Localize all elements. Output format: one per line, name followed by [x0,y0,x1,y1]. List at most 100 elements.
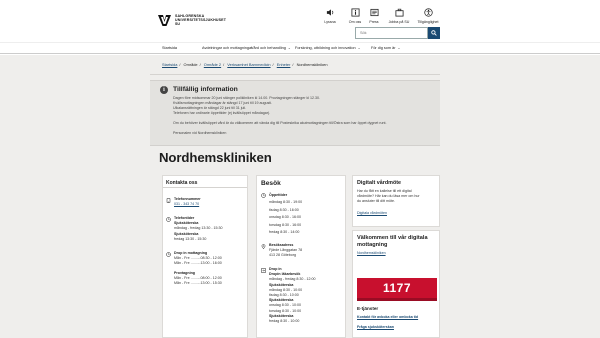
contact-card: Kontakta oss Telefonnummer 031 - 343 74 … [162,175,248,338]
breadcrumb-area: Område [183,62,198,67]
breadcrumb-divider [150,74,440,75]
site-header: SAHLGRENSKA UNIVERSITETSSJUKHUSET SU Lys… [0,0,600,42]
digital-clinic-heading: Välkommen till vår digitala mottagning [357,235,428,249]
breadcrumb-link-units[interactable]: Enheter [277,62,291,67]
nav-item-research[interactable]: Forskning, utbildning och innovation ⌄ [295,46,360,50]
clock-icon [166,217,171,222]
nav-item-for-you[interactable]: För dig som är ⌄ [371,46,400,50]
nav-item-care-label: Vård och behandling [251,46,286,50]
notice-title: Tillfällig information [173,86,238,93]
digital-meeting-link[interactable]: Digitala vårdmöten [357,211,387,215]
dropin-line: Mån - Fre ..........13:00 - 16:00 [174,261,222,266]
sampling-section: Provtagning Mån - Fre ..........08:00 - … [166,271,222,287]
digital-clinic-link[interactable]: Nordhemskliniken [357,251,386,255]
location-pin-icon [261,244,266,249]
breadcrumb-link-area2[interactable]: Område 2 [204,62,221,67]
contact-divider [163,187,247,188]
chevron-down-icon: ⌄ [357,46,361,50]
util-accessibility-label: Tillgänglighet [417,20,439,24]
walk-in-icon [261,268,266,273]
page-title: Nordhemskliniken [159,150,272,165]
dropin-heading: Drop in mottagning [174,251,208,255]
visit-address-line: 413 28 Göteborg [269,253,296,258]
eservice-link[interactable]: Fråga sjuksköterskan [357,325,394,329]
chevron-down-icon: ⌄ [287,46,291,50]
dropin-visit-heading: Drop in [269,267,282,271]
briefcase-icon [394,8,404,17]
dropin-visit-section: Drop in Dropin läkarbesök måndag - freda… [261,267,316,324]
digital-meeting-heading: Digitalt vårdmöte [357,180,402,186]
breadcrumb-separator: / [199,62,201,67]
main-nav: Startsida Avdelningar och mottagningar V… [0,42,600,54]
util-press-label: Press [369,20,379,24]
sampling-heading: Provtagning [174,271,195,275]
logo-line-2: UNIVERSITETSSJUKHUSET [175,18,227,23]
opening-hours-section: Öppettider måndag 8:30 - 19:00 tisdag 8:… [261,192,302,236]
util-accessibility[interactable]: Tillgänglighet [410,8,446,24]
opening-hours-line: fredag 8:30 - 14:00 [269,230,300,235]
digital-meeting-text: Har du fått en kallelse till ett digital… [357,189,420,204]
dropin-visit-line: måndag - fredag 8:30 - 12:00 [269,277,316,282]
search-box [355,27,440,39]
opening-hours-line: torsdag 8:30 - 16:00 [269,222,302,227]
nurse-line: måndag 8:30 - 10:00 [269,287,303,292]
breadcrumb-separator: / [292,62,294,67]
nav-item-departments-label: Avdelningar och mottagningar [202,46,253,50]
breadcrumb-link-operation[interactable]: Verksamhet Barnmedicin [227,62,270,67]
util-jobs-label: Jobba på SU [388,20,410,24]
phone-section: Telefonnummer 031 - 343 74 70 [166,197,201,207]
digital-clinic-heading-line: Välkommen till vår digitala [357,235,428,241]
breadcrumb: Startsida / Område / Område 2/ Verksamhet … [162,62,442,72]
opening-hours-line: tisdag 8:30 - 16:00 [269,207,299,212]
visit-address-section: Besöksadress Fjärde Långgatan 78 413 28 … [261,243,302,259]
banner-underline [357,298,437,301]
visit-address-line: Fjärde Långgatan 78 [269,248,303,253]
logo-mark-icon [158,15,171,26]
eservice-link[interactable]: Kontakt för avboka eller omboka tid [357,315,418,319]
breadcrumb-separator: / [223,62,225,67]
visit-card: Besök Öppettider måndag 8:30 - 19:00 tis… [256,175,346,338]
search-button[interactable] [428,27,440,39]
temporary-info-notice: i Tillfällig information Dagen före mids… [150,80,440,146]
digital-clinic-heading-line: mottagning [357,242,388,248]
nurse-line: tisdag 8:30 - 10:00 [269,293,299,298]
clock-icon [261,193,266,198]
nav-item-care[interactable]: Vård och behandling ⌄ [251,46,291,50]
site-logo[interactable]: SAHLGRENSKA UNIVERSITETSSJUKHUSET SU [158,14,226,27]
breadcrumb-current: Nordhemskliniken [296,62,328,67]
nav-item-start[interactable]: Startsida [162,46,177,50]
nav-item-research-label: Forskning, utbildning och innovation [295,46,356,50]
accessibility-icon [423,8,433,17]
eservices-heading: E-tjänster [357,306,379,311]
phone-times-line: måndag - fredag 13:30 - 15:30 [174,226,223,231]
nav-item-for-you-label: För dig som är [371,46,396,50]
opening-hours-line: måndag 8:30 - 19:00 [269,200,303,205]
nav-item-start-label: Startsida [162,46,177,50]
phone-icon [166,198,171,203]
newspaper-icon [369,8,379,17]
phone-number-link[interactable]: 031 - 343 74 70 [174,202,199,206]
nurse-line: onsdag 8:30 - 10:00 [269,303,301,308]
digital-meeting-line: du ansluter till ditt möte. [357,199,395,203]
notice-body: Dagen före midsommar 20 juni stänger pol… [173,96,435,137]
phone-times-block-title: Sjuksköterska [174,231,199,236]
util-listen-label: Lyssna [324,20,336,24]
phone-heading: Telefonnummer [174,197,201,201]
phone-times-block-title: Sjuksköterska [174,221,199,226]
nav-item-departments[interactable]: Avdelningar och mottagningar [202,46,252,50]
nurse-block-title: Sjuksköterska [269,282,294,287]
search-input[interactable] [355,27,428,39]
1177-banner[interactable]: 1177 [357,278,437,298]
visit-heading: Besök [261,180,281,187]
speaker-icon [326,9,333,16]
nurse-line: fredag 8:30 - 10:00 [269,319,300,324]
breadcrumb-link-start[interactable]: Startsida [162,62,177,67]
dropin-visit-sub: Dropin läkarbesök [269,272,301,277]
phone-times-section: Telefontider Sjuksköterska måndag - fred… [166,216,223,242]
phone-times-heading: Telefontider [174,216,195,220]
clock-icon [166,252,171,257]
nurse-block-title: Sjuksköterska [269,313,294,318]
breadcrumb-separator: / [179,62,181,67]
notice-signature: Personalen vid Nordhemskliniken [173,131,227,136]
digital-clinic-card: Välkommen till vår digitala mottagning No… [352,230,440,338]
